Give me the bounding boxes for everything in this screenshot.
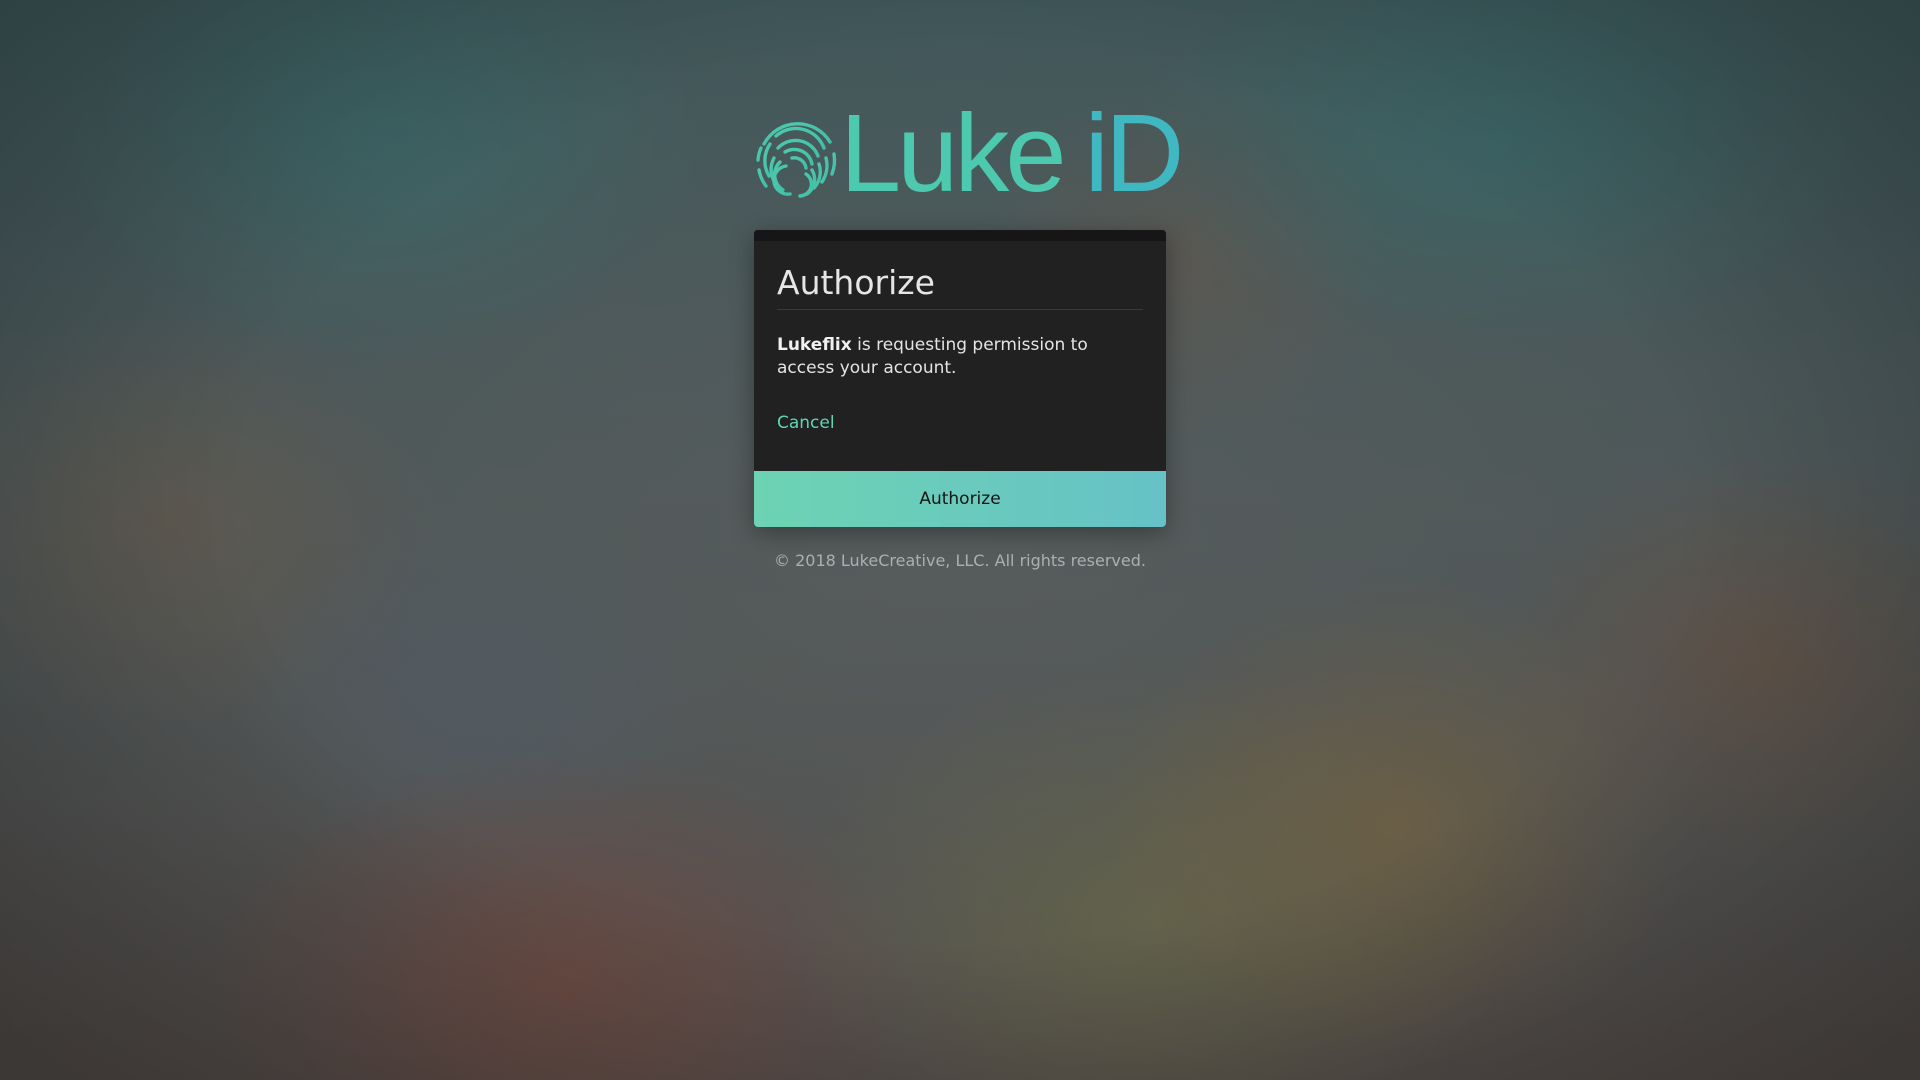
logo-word-id: iD [1084,92,1185,215]
cancel-link[interactable]: Cancel [777,412,835,434]
card-title: Authorize [777,263,935,302]
fingerprint-icon [756,122,837,200]
authorize-card: Authorize Lukeflix is requesting permiss… [754,230,1166,527]
copyright-footer: © 2018 LukeCreative, LLC. All rights res… [774,551,1146,570]
permission-message: Lukeflix is requesting permission to acc… [777,334,1143,380]
title-divider [777,309,1143,310]
logo-word-luke: Luke [840,92,1067,215]
authorize-button[interactable]: Authorize [754,471,1166,527]
requesting-app-name: Lukeflix [777,335,852,355]
card-top-bar [754,230,1166,241]
luke-id-logo: Luke iD [752,94,1184,214]
logo-wordmark: Luke iD [840,92,1185,215]
